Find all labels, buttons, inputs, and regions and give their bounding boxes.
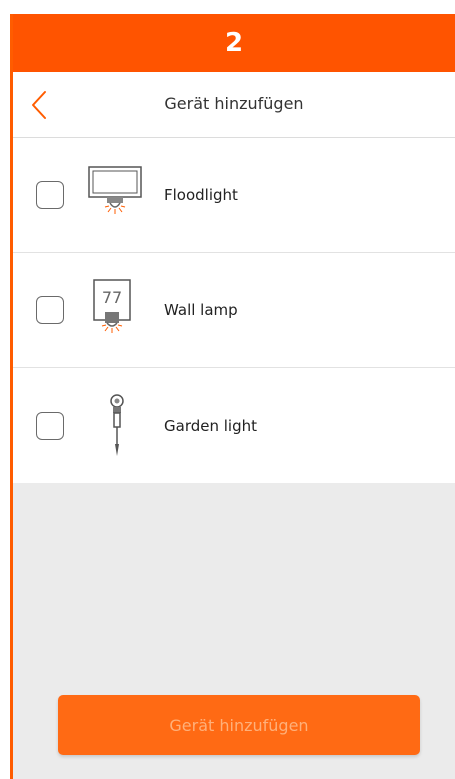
wall-lamp-icon: 77 bbox=[93, 279, 131, 333]
device-list: Floodlight 77 Wall lamp Garden light bbox=[13, 138, 455, 483]
floodlight-checkbox[interactable] bbox=[36, 181, 64, 209]
garden-light-checkbox[interactable] bbox=[36, 411, 64, 440]
floodlight-icon bbox=[88, 166, 142, 214]
step-number: 2 bbox=[224, 28, 244, 58]
garden-light-label: Garden light bbox=[164, 416, 257, 435]
floodlight-label: Floodlight bbox=[164, 186, 238, 204]
list-item-floodlight[interactable]: Floodlight bbox=[13, 138, 455, 253]
step-indicator-bar: 2 bbox=[13, 14, 455, 72]
garden-light-icon bbox=[110, 393, 124, 456]
add-device-button[interactable]: Gerät hinzufügen bbox=[58, 695, 420, 755]
list-item-wall-lamp[interactable]: 77 Wall lamp bbox=[13, 253, 455, 368]
wall-lamp-label: Wall lamp bbox=[164, 301, 238, 319]
wall-lamp-badge: 77 bbox=[102, 288, 122, 307]
app-screen: 2 Gerät hinzufügen Floodlight 77 Wall la… bbox=[10, 14, 455, 779]
page-title: Gerät hinzufügen bbox=[164, 94, 304, 113]
header: Gerät hinzufügen bbox=[13, 72, 455, 138]
add-device-button-label: Gerät hinzufügen bbox=[169, 715, 309, 735]
wall-lamp-checkbox[interactable] bbox=[36, 296, 64, 324]
list-item-garden-light[interactable]: Garden light bbox=[13, 368, 455, 483]
